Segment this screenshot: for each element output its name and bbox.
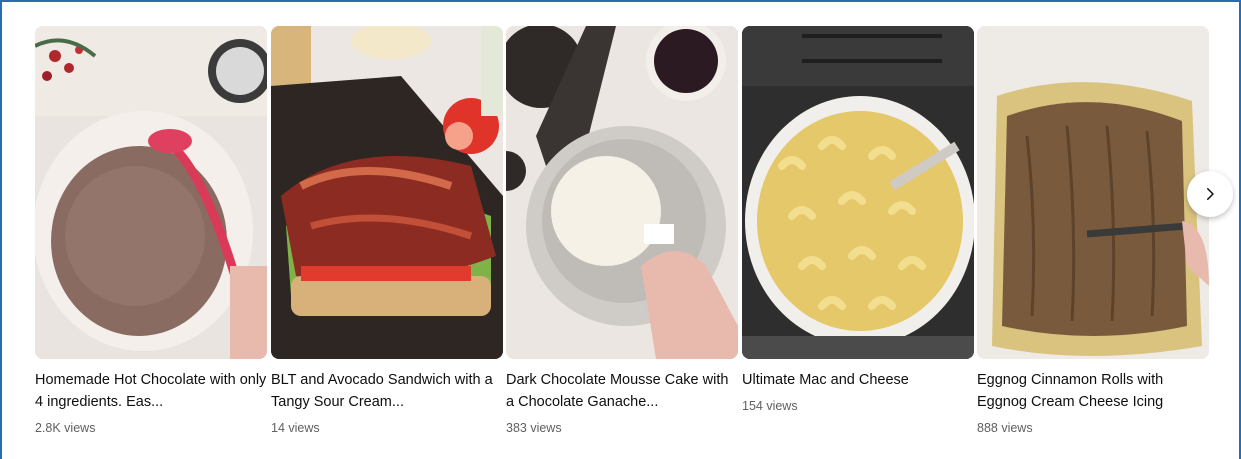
video-title[interactable]: Ultimate Mac and Cheese	[742, 369, 974, 391]
shorts-shelf: Homemade Hot Chocolate with only 4 ingre…	[35, 26, 1215, 446]
video-card-blt[interactable]: BLT and Avocado Sandwich with a Tangy So…	[271, 26, 503, 446]
video-views: 383 views	[506, 421, 562, 435]
video-title[interactable]: BLT and Avocado Sandwich with a Tangy So…	[271, 369, 503, 413]
video-title[interactable]: Eggnog Cinnamon Rolls with Eggnog Cream …	[977, 369, 1209, 413]
video-views: 154 views	[742, 399, 798, 413]
video-title[interactable]: Homemade Hot Chocolate with only 4 ingre…	[35, 369, 267, 413]
video-thumbnail[interactable]	[506, 26, 738, 359]
video-thumbnail[interactable]	[35, 26, 267, 359]
video-views: 888 views	[977, 421, 1033, 435]
video-card-hot-chocolate[interactable]: Homemade Hot Chocolate with only 4 ingre…	[35, 26, 267, 446]
video-views: 14 views	[271, 421, 320, 435]
video-thumbnail[interactable]	[977, 26, 1209, 359]
video-title[interactable]: Dark Chocolate Mousse Cake with a Chocol…	[506, 369, 738, 413]
video-card-eggnog-rolls[interactable]: Eggnog Cinnamon Rolls with Eggnog Cream …	[977, 26, 1209, 446]
video-views: 2.8K views	[35, 421, 96, 435]
video-thumbnail[interactable]	[271, 26, 503, 359]
video-card-mousse-cake[interactable]: Dark Chocolate Mousse Cake with a Chocol…	[506, 26, 738, 446]
chevron-right-icon	[1207, 188, 1214, 200]
video-thumbnail[interactable]	[742, 26, 974, 359]
video-card-mac-and-cheese[interactable]: Ultimate Mac and Cheese 154 views	[742, 26, 974, 446]
shelf-next-button[interactable]	[1187, 171, 1233, 217]
